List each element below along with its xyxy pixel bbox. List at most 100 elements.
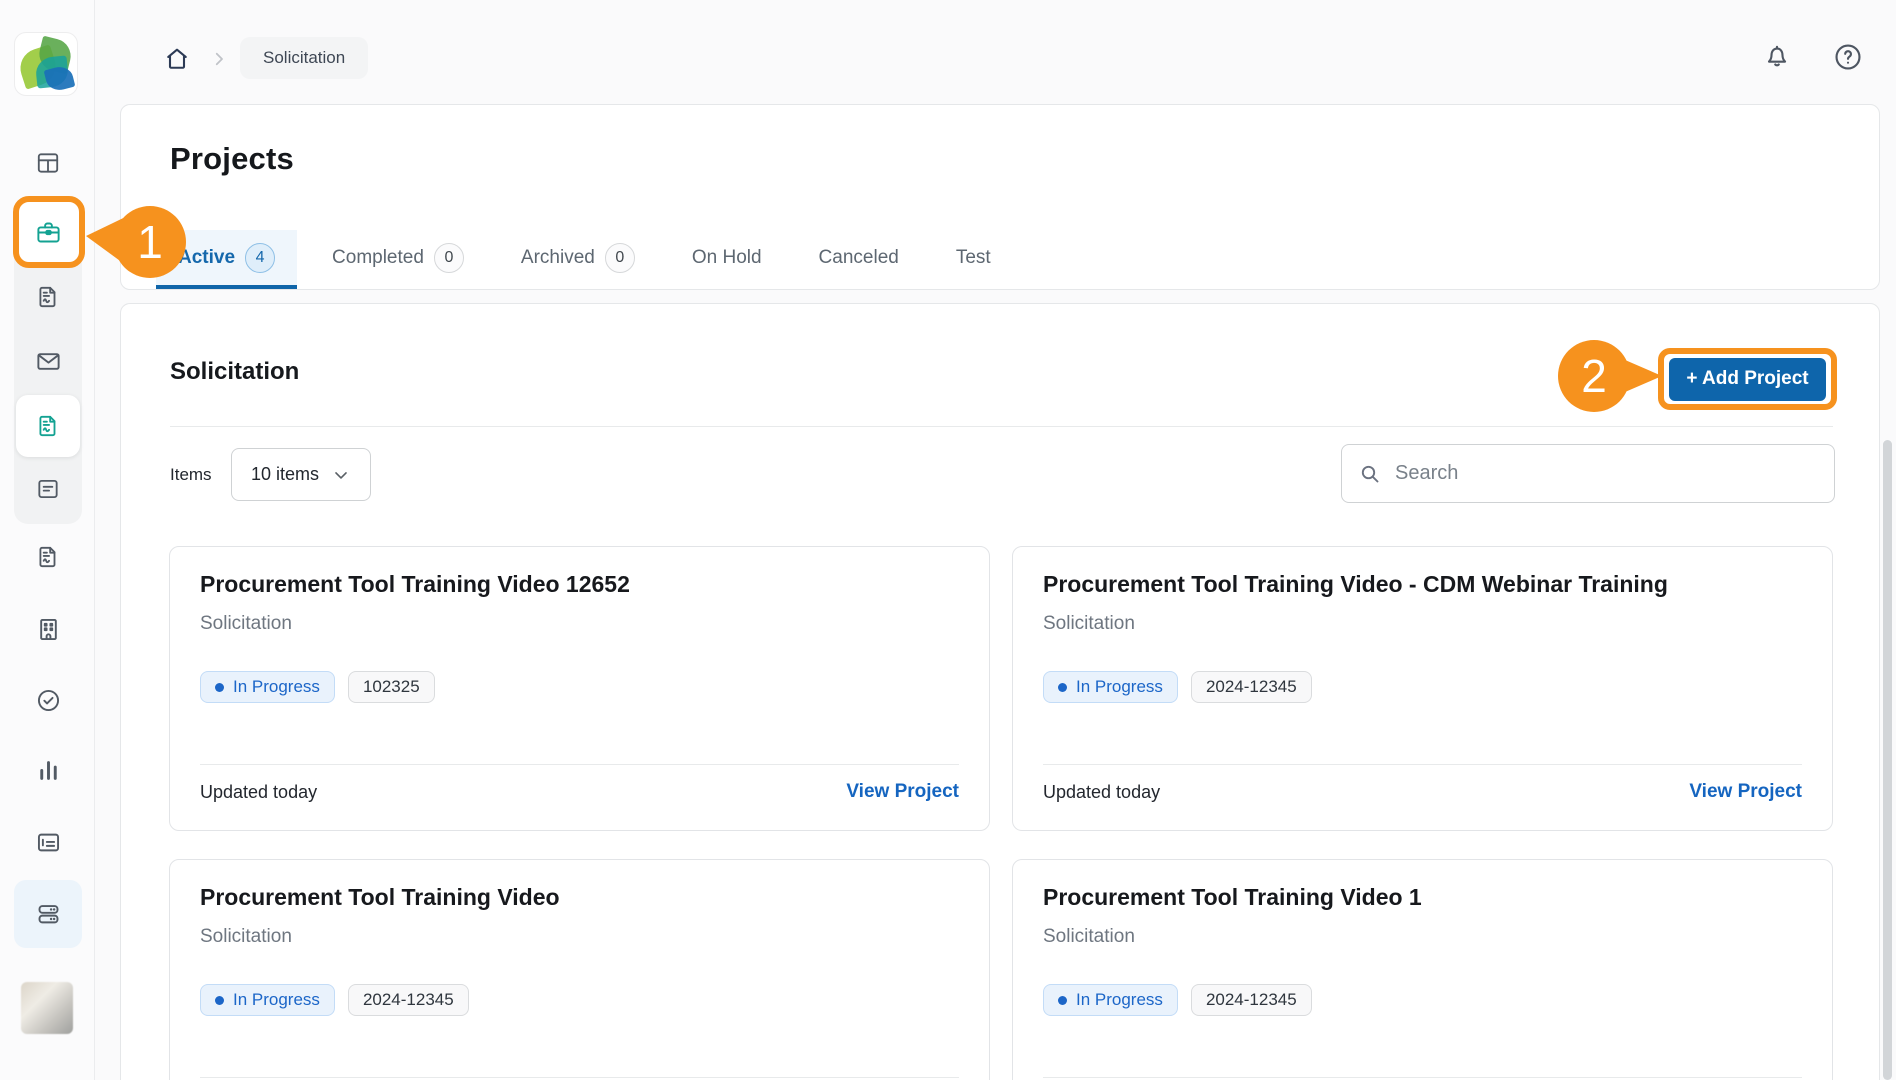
search-input[interactable] bbox=[1395, 462, 1818, 485]
sidebar-item-documents[interactable] bbox=[22, 531, 74, 583]
sidebar-item-mail[interactable] bbox=[22, 335, 74, 387]
page-title: Projects bbox=[170, 141, 294, 177]
status-dot-icon bbox=[215, 996, 224, 1005]
project-id-badge: 102325 bbox=[348, 671, 435, 703]
project-id-badge: 2024-12345 bbox=[1191, 671, 1312, 703]
browser-list-icon bbox=[35, 829, 62, 856]
annotation-highlight-ring-add-project: + Add Project bbox=[1658, 348, 1837, 410]
divider bbox=[200, 764, 959, 765]
project-card: Procurement Tool Training Video Solicita… bbox=[169, 859, 990, 1080]
bar-chart-icon bbox=[35, 757, 62, 784]
help-icon bbox=[1832, 41, 1864, 73]
tab-canceled[interactable]: Canceled bbox=[797, 230, 921, 289]
annotation-step-1-number: 1 bbox=[132, 218, 168, 266]
solicitation-panel: Solicitation + Add Project Items 10 item… bbox=[120, 303, 1880, 1080]
sidebar-item-servers[interactable] bbox=[22, 888, 74, 940]
sidebar-item-contracts[interactable] bbox=[22, 271, 74, 323]
tab-archived-count: 0 bbox=[605, 243, 635, 273]
project-title: Procurement Tool Training Video - CDM We… bbox=[1043, 571, 1802, 598]
status-badge: In Progress bbox=[200, 984, 335, 1016]
status-badge: In Progress bbox=[1043, 671, 1178, 703]
notifications-button[interactable] bbox=[1762, 41, 1792, 71]
project-card: Procurement Tool Training Video - CDM We… bbox=[1012, 546, 1833, 831]
items-per-page-select[interactable]: 10 items bbox=[231, 448, 371, 501]
sidebar-item-dashboard[interactable] bbox=[22, 137, 74, 189]
breadcrumb-home-button[interactable] bbox=[163, 45, 191, 73]
annotation-step-2-number: 2 bbox=[1576, 352, 1612, 400]
bell-icon bbox=[1762, 41, 1792, 71]
sidebar-item-vendors[interactable] bbox=[22, 603, 74, 655]
sidebar-item-reports[interactable] bbox=[22, 744, 74, 796]
help-button[interactable] bbox=[1832, 41, 1864, 73]
divider bbox=[200, 1077, 959, 1078]
check-circle-icon bbox=[35, 687, 62, 714]
projects-panel: Projects Active 4 Completed 0 Archived 0… bbox=[120, 104, 1880, 290]
items-per-page-label: Items bbox=[170, 465, 212, 485]
tab-on-hold-label: On Hold bbox=[692, 247, 762, 269]
sidebar-item-records[interactable] bbox=[22, 816, 74, 868]
breadcrumb-current-label: Solicitation bbox=[263, 48, 345, 68]
project-id-badge: 2024-12345 bbox=[1191, 984, 1312, 1016]
tab-active-count: 4 bbox=[245, 243, 275, 273]
briefcase-icon bbox=[35, 219, 62, 246]
add-project-button[interactable]: + Add Project bbox=[1669, 358, 1826, 401]
tab-on-hold[interactable]: On Hold bbox=[670, 230, 784, 289]
status-label: In Progress bbox=[233, 990, 320, 1010]
servers-icon bbox=[35, 901, 62, 928]
building-icon bbox=[35, 616, 62, 643]
project-card: Procurement Tool Training Video 1 Solici… bbox=[1012, 859, 1833, 1080]
tab-completed-count: 0 bbox=[434, 243, 464, 273]
tab-archived-label: Archived bbox=[521, 247, 595, 269]
contract-icon bbox=[35, 284, 61, 310]
view-project-link[interactable]: View Project bbox=[1689, 781, 1802, 803]
sidebar-item-notes[interactable] bbox=[22, 463, 74, 515]
sidebar-item-approvals[interactable] bbox=[22, 674, 74, 726]
view-project-link[interactable]: View Project bbox=[846, 781, 959, 803]
section-title: Solicitation bbox=[170, 358, 299, 386]
logo-leaf-blue bbox=[44, 64, 76, 93]
mail-icon bbox=[35, 348, 62, 375]
sidebar-item-solicitations-active[interactable] bbox=[22, 400, 74, 452]
search-icon bbox=[1358, 462, 1382, 486]
updated-text: Updated today bbox=[200, 782, 317, 803]
divider bbox=[1043, 764, 1802, 765]
tab-completed-label: Completed bbox=[332, 247, 424, 269]
annotation-step-1: 1 bbox=[80, 198, 192, 288]
project-title: Procurement Tool Training Video 1 bbox=[1043, 884, 1802, 911]
tab-archived[interactable]: Archived 0 bbox=[499, 230, 657, 289]
project-title: Procurement Tool Training Video 12652 bbox=[200, 571, 959, 598]
project-card-grid: Procurement Tool Training Video 12652 So… bbox=[169, 546, 1833, 1080]
tab-test[interactable]: Test bbox=[934, 230, 1013, 289]
status-dot-icon bbox=[1058, 996, 1067, 1005]
home-icon bbox=[163, 45, 191, 73]
annotation-step-2: 2 bbox=[1552, 336, 1666, 416]
items-per-page-value: 10 items bbox=[251, 464, 319, 485]
project-title: Procurement Tool Training Video bbox=[200, 884, 959, 911]
tab-test-label: Test bbox=[956, 247, 991, 269]
chevron-down-icon bbox=[331, 465, 351, 485]
contract-icon bbox=[35, 544, 61, 570]
project-card: Procurement Tool Training Video 12652 So… bbox=[169, 546, 990, 831]
vertical-scrollbar[interactable] bbox=[1883, 440, 1892, 1080]
dashboard-icon bbox=[35, 150, 61, 176]
tab-canceled-label: Canceled bbox=[819, 247, 899, 269]
tab-completed[interactable]: Completed 0 bbox=[310, 230, 486, 289]
status-label: In Progress bbox=[1076, 990, 1163, 1010]
status-dot-icon bbox=[1058, 683, 1067, 692]
app-logo[interactable] bbox=[14, 32, 78, 96]
sidebar bbox=[0, 0, 95, 1080]
project-category: Solicitation bbox=[200, 926, 959, 948]
status-badge: In Progress bbox=[200, 671, 335, 703]
sidebar-item-projects[interactable] bbox=[22, 206, 74, 258]
updated-text: Updated today bbox=[1043, 782, 1160, 803]
status-label: In Progress bbox=[1076, 677, 1163, 697]
status-badge: In Progress bbox=[1043, 984, 1178, 1016]
project-id-badge: 2024-12345 bbox=[348, 984, 469, 1016]
divider bbox=[170, 426, 1833, 427]
project-category: Solicitation bbox=[1043, 613, 1802, 635]
status-dot-icon bbox=[215, 683, 224, 692]
project-category: Solicitation bbox=[1043, 926, 1802, 948]
user-avatar[interactable] bbox=[21, 982, 73, 1034]
breadcrumb-current[interactable]: Solicitation bbox=[240, 37, 368, 79]
search-box bbox=[1341, 444, 1835, 503]
